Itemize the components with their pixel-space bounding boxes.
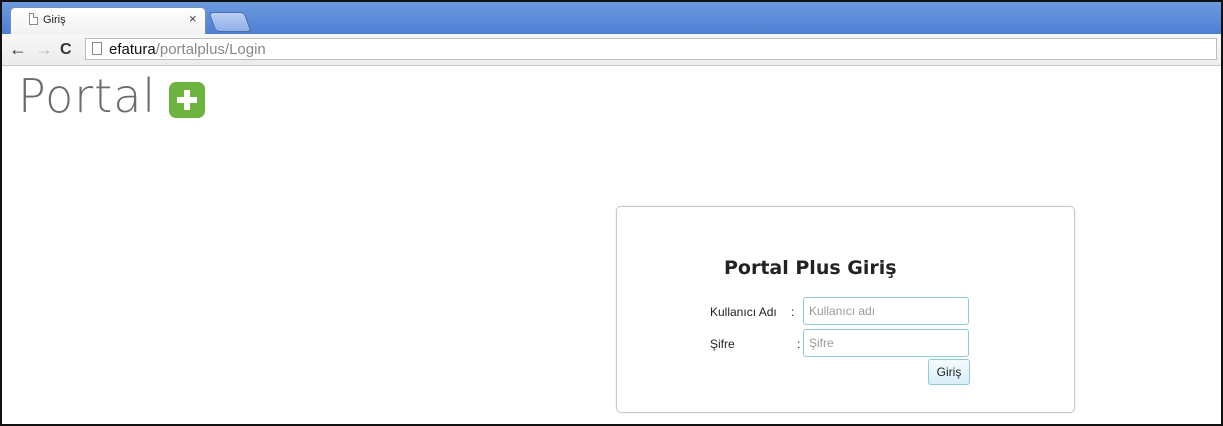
password-label: Şifre	[710, 337, 735, 351]
url-host: efatura	[109, 41, 156, 58]
tab-title: Giriş	[43, 14, 66, 26]
password-colon: :	[797, 337, 801, 351]
username-label: Kullanıcı Adı	[710, 305, 777, 319]
login-button[interactable]: Giriş	[928, 359, 970, 385]
browser-window: Giriş × ← → C efatura/portalplus/Login P…	[0, 0, 1223, 426]
login-title: Portal Plus Giriş	[724, 257, 897, 279]
forward-icon[interactable]: →	[35, 40, 53, 58]
page-icon	[29, 13, 38, 25]
username-colon: :	[791, 305, 795, 319]
url-path: /portalplus/Login	[155, 41, 266, 58]
new-tab-button[interactable]	[208, 12, 252, 32]
page-icon	[92, 42, 102, 55]
browser-toolbar: ← → C efatura/portalplus/Login	[2, 34, 1221, 66]
tab-strip: Giriş ×	[2, 2, 1221, 34]
logo-text: Portal	[18, 69, 157, 123]
plus-icon	[169, 82, 205, 118]
password-input[interactable]	[803, 329, 969, 357]
login-panel: Portal Plus Giriş Kullanıcı Adı : Şifre …	[616, 206, 1075, 413]
username-input[interactable]	[803, 297, 969, 325]
back-icon[interactable]: ←	[9, 40, 27, 58]
url-text: efatura/portalplus/Login	[109, 41, 266, 58]
reload-icon[interactable]: C	[60, 41, 72, 59]
close-icon[interactable]: ×	[189, 12, 197, 26]
tab-login[interactable]: Giriş ×	[10, 7, 206, 34]
address-bar[interactable]: efatura/portalplus/Login	[85, 38, 1217, 60]
